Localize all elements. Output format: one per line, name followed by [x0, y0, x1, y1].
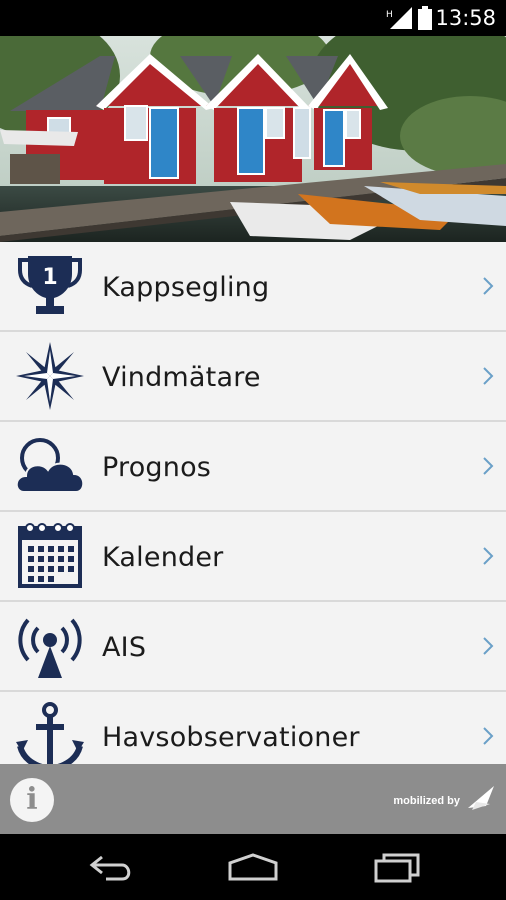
- menu-item-kalender[interactable]: Kalender: [0, 512, 506, 600]
- menu-item-label: Havsobservationer: [102, 722, 360, 753]
- chevron-right-icon: [483, 277, 494, 295]
- menu-item-label: AIS: [102, 632, 147, 663]
- chevron-right-icon: [483, 547, 494, 565]
- battery-icon: [418, 6, 432, 30]
- menu-item-label: Prognos: [102, 452, 212, 483]
- recent-apps-icon[interactable]: [372, 851, 422, 883]
- menu-item-label: Vindmätare: [102, 362, 261, 393]
- back-icon[interactable]: [88, 851, 136, 883]
- mobilized-by-label: mobilized by: [393, 795, 460, 807]
- status-time: 13:58: [435, 6, 496, 30]
- menu-item-ais[interactable]: AIS: [0, 602, 506, 690]
- trophy-icon: 1: [18, 256, 82, 314]
- menu-item-vindmatare[interactable]: Vindmätare: [0, 332, 506, 420]
- chevron-right-icon: [483, 637, 494, 655]
- info-button[interactable]: i: [10, 778, 54, 822]
- info-bar: i mobilized by: [0, 764, 506, 834]
- compass-rose-icon: [16, 342, 84, 410]
- chevron-right-icon: [483, 457, 494, 475]
- menu-item-havsobservationer[interactable]: Havsobservationer: [0, 692, 506, 764]
- menu-item-label: Kalender: [102, 542, 224, 573]
- menu-item-prognos[interactable]: Prognos: [0, 422, 506, 510]
- info-icon: i: [26, 782, 38, 817]
- navigation-bar: [0, 834, 506, 900]
- chevron-right-icon: [483, 367, 494, 385]
- header-photo: [0, 36, 506, 242]
- calendar-icon: [18, 523, 82, 588]
- home-icon[interactable]: [226, 851, 280, 883]
- broadcast-antenna-icon: [18, 618, 82, 678]
- anchor-icon: [16, 702, 84, 764]
- menu-item-kappsegling[interactable]: 1 Kappsegling: [0, 242, 506, 330]
- chevron-right-icon: [483, 727, 494, 745]
- signal-icon: H: [386, 7, 412, 29]
- brand-logo-icon[interactable]: [466, 784, 496, 812]
- menu-item-label: Kappsegling: [102, 272, 270, 303]
- main-menu: 1 Kappsegling Vindmätare Prognos Kalende…: [0, 242, 506, 764]
- status-bar: H 13:58: [0, 0, 506, 36]
- svg-text:1: 1: [42, 265, 57, 290]
- weather-cloud-icon: [15, 438, 85, 493]
- svg-text:H: H: [386, 10, 393, 20]
